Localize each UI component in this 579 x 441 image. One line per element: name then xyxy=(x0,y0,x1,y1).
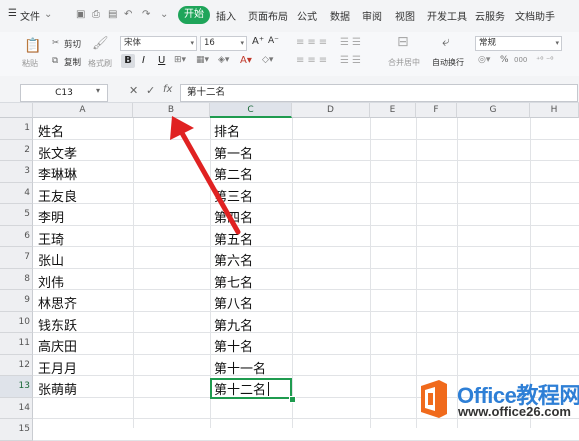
office-logo-icon xyxy=(421,380,447,418)
gridline xyxy=(33,439,579,441)
watermark-url: www.office26.com xyxy=(458,404,571,419)
annotation-arrow xyxy=(170,116,241,235)
watermark: Office教程网 www.office26.com xyxy=(411,376,579,428)
